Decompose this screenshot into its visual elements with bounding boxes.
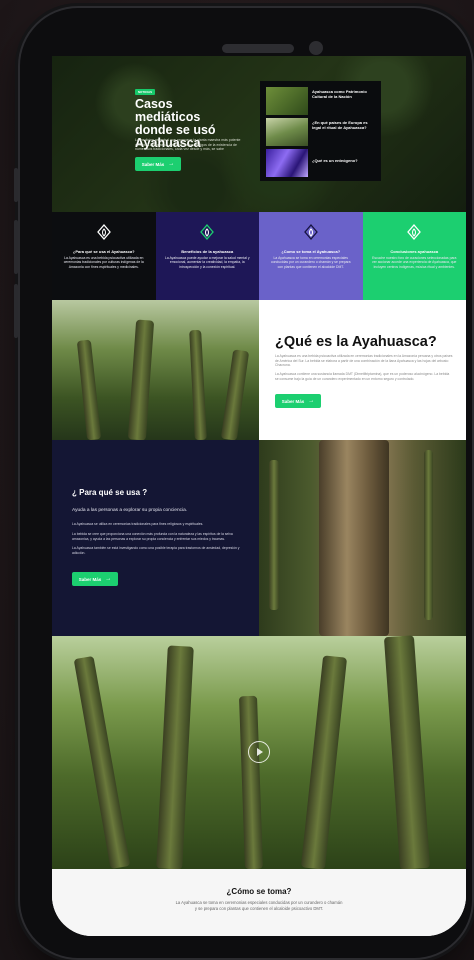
button-label: Saber Más	[141, 161, 165, 167]
tree-trunk	[127, 319, 155, 441]
ayahuasca-leaf-icon	[407, 224, 422, 240]
section-paragraph: La Ayahuasca es una bebida psicoactiva u…	[275, 354, 453, 368]
website-screen: NOTICIAS Casos mediáticos donde se usó A…	[52, 56, 466, 936]
related-post[interactable]: Ayahuasca como Patrimonio Cultural de la…	[266, 87, 376, 115]
arrow-right-icon: →	[168, 161, 175, 167]
section-paragraph: La Ayahuasca contiene una sustancia llam…	[275, 372, 450, 381]
tree-trunk	[220, 349, 250, 441]
side-button	[14, 168, 18, 202]
section-paragraph: La Ayahuasca se utiliza en ceremonias tr…	[72, 522, 204, 526]
hero-description: La medicina ancestral que promueve la pl…	[135, 138, 241, 151]
post-thumbnail	[266, 149, 308, 177]
feature-text: La Ayahuasca puede ayudar a mejorar la s…	[164, 256, 250, 269]
feature-title: Beneficios de la ayahuasca	[181, 249, 234, 254]
feature-card[interactable]: Conclusiones ayahuasca Escuche nuestro f…	[362, 212, 466, 300]
button-label: Saber Más	[281, 398, 305, 404]
post-title: Ayahuasca como Patrimonio Cultural de la…	[312, 89, 367, 99]
que-es-section: ¿Qué es la Ayahuasca? La Ayahuasca es un…	[259, 300, 466, 440]
tree-trunk	[424, 450, 433, 620]
post-title: ¿Qué es un enteógeno?	[312, 158, 358, 163]
play-icon[interactable]	[248, 741, 270, 763]
feature-text: La Ayahuasca se toma en ceremonias espec…	[270, 256, 351, 269]
section-paragraph: La Ayahuasca también se está investigand…	[72, 546, 240, 555]
hero-saber-mas-button[interactable]: Saber Más →	[135, 157, 181, 171]
post-title: ¿En qué países de Europa es legal el rit…	[312, 120, 368, 130]
section-paragraph: La bebida se cree que proporciona una co…	[72, 532, 233, 541]
category-badge: NOTICIAS	[135, 89, 155, 95]
section-title: ¿Cómo se toma?	[226, 887, 292, 896]
section-subtitle: Ayuda a las personas a explorar su propi…	[72, 508, 188, 513]
feature-card[interactable]: ¿Para qué se usa el Ayahuasca? La Ayahua…	[52, 212, 156, 300]
como-se-toma-section: ¿Cómo se toma? La Ayahuasca se toma en c…	[52, 869, 466, 936]
related-post[interactable]: ¿En qué países de Europa es legal el rit…	[266, 118, 376, 146]
hero-overlay	[52, 56, 466, 212]
tree-trunk	[300, 655, 348, 870]
hero-section: NOTICIAS Casos mediáticos donde se usó A…	[52, 56, 466, 212]
button-label: Saber Más	[78, 576, 102, 582]
tree-trunk	[76, 339, 102, 441]
para-que-saber-mas-button[interactable]: Saber Más →	[72, 572, 118, 586]
forest-photo	[52, 300, 259, 441]
arrow-right-icon: →	[105, 576, 112, 582]
feature-text: Escuche nuestro foro de curaciones selec…	[372, 256, 457, 269]
post-thumbnail	[266, 118, 308, 146]
section-title: ¿ Para qué se usa ?	[72, 488, 148, 497]
ayahuasca-leaf-icon	[96, 224, 111, 240]
feature-card[interactable]: Beneficios de la ayahuasca La Ayahuasca …	[155, 212, 259, 300]
tree-trunk	[156, 645, 194, 870]
tree-trunk	[319, 440, 389, 636]
related-posts-card: Ayahuasca como Patrimonio Cultural de la…	[260, 81, 381, 181]
post-thumbnail	[266, 87, 308, 115]
feature-card[interactable]: ¿Como se toma el Ayahuasca? La Ayahuasca…	[259, 212, 363, 300]
feature-text: La Ayahuasca es una bebida psicoactiva u…	[63, 256, 144, 269]
feature-title: Conclusiones ayahuasca	[390, 249, 439, 254]
para-que-section: ¿ Para qué se usa ? Ayuda a las personas…	[52, 440, 259, 636]
side-button	[14, 220, 18, 274]
related-post[interactable]: ¿Qué es un enteógeno?	[266, 149, 376, 177]
phone-camera	[309, 41, 323, 55]
tree-trunk	[73, 655, 131, 870]
arrow-right-icon: →	[308, 398, 315, 404]
tree-trunk	[383, 635, 431, 870]
section-paragraph: La Ayahuasca se toma en ceremonias espec…	[175, 900, 343, 911]
tree-trunk	[238, 695, 264, 870]
tree-trunk	[189, 329, 207, 441]
section-title: ¿Qué es la Ayahuasca?	[275, 334, 437, 350]
tree-trunk	[269, 460, 279, 610]
phone-speaker	[222, 44, 294, 53]
feature-title: ¿Para qué se usa el Ayahuasca?	[72, 249, 135, 254]
giant-tree-photo	[259, 440, 466, 636]
features-row: ¿Para qué se usa el Ayahuasca? La Ayahua…	[52, 212, 466, 300]
side-button	[14, 284, 18, 338]
ayahuasca-leaf-icon	[303, 224, 318, 240]
feature-title: ¿Como se toma el Ayahuasca?	[281, 249, 341, 254]
ayahuasca-leaf-icon	[200, 224, 215, 240]
que-es-saber-mas-button[interactable]: Saber Más →	[275, 394, 321, 408]
